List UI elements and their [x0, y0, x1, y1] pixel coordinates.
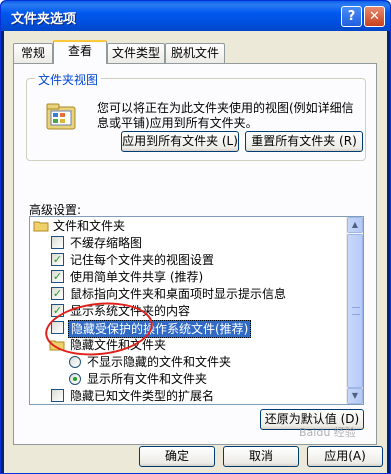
folder-icon	[49, 340, 65, 351]
folder-options-window: 文件夹选项 ? ✕ 常规 查看 文件类型 脱机文件 文件夹视图 您可以将正在为此…	[0, 0, 391, 474]
dialog-client: 常规 查看 文件类型 脱机文件 文件夹视图 您可以将正在为此文件夹使用的视图(例…	[4, 31, 387, 473]
folder-view-legend: 文件夹视图	[35, 71, 102, 88]
checkbox-checked[interactable]: ✓	[51, 253, 64, 266]
list-item-label: 使用简单文件共享 (推荐)	[70, 270, 204, 284]
vertical-scrollbar[interactable]: ▲ ▼	[346, 217, 363, 404]
list-item-label: 隐藏文件和文件夹	[70, 338, 167, 352]
scroll-thumb[interactable]	[347, 234, 363, 388]
view-tab-panel: 文件夹视图 您可以将正在为此文件夹使用的视图(例如详细信息或平铺)应用到所有文件…	[13, 63, 377, 445]
title-bar[interactable]: 文件夹选项 ? ✕	[1, 1, 390, 31]
cancel-button[interactable]: 取消	[223, 446, 299, 467]
apply-button[interactable]: 应用(A)	[307, 446, 383, 467]
advanced-settings-list[interactable]: 文件和文件夹 不缓存缩略图 ✓ 记住每个文件夹的视图设置 ✓ 使用简单文件共享 …	[29, 216, 364, 405]
tab-file-types[interactable]: 文件类型	[107, 43, 165, 63]
tab-view[interactable]: 查看	[53, 40, 107, 64]
radio-button[interactable]	[69, 356, 81, 368]
list-item-label: 不缓存缩略图	[70, 236, 143, 250]
reset-all-folders-button[interactable]: 重置所有文件夹 (R)	[245, 131, 363, 152]
list-item-label: 隐藏已知文件类型的扩展名	[70, 389, 215, 403]
help-button[interactable]: ?	[341, 6, 362, 27]
checkbox[interactable]	[51, 321, 64, 334]
tab-general[interactable]: 常规	[13, 43, 53, 63]
apply-to-all-folders-button[interactable]: 应用到所有文件夹 (L)	[121, 131, 239, 152]
ok-button[interactable]: 确定	[139, 446, 215, 467]
scroll-up-icon[interactable]: ▲	[347, 217, 363, 233]
window-title: 文件夹选项	[11, 12, 77, 27]
folder-view-icon	[46, 103, 76, 130]
close-button[interactable]: ✕	[364, 6, 385, 27]
checkbox[interactable]	[51, 236, 64, 249]
watermark: Baidu 经验	[299, 426, 356, 439]
list-item-label: 显示系统文件夹的内容	[70, 304, 191, 318]
checkbox-checked[interactable]: ✓	[51, 270, 64, 283]
checkbox[interactable]	[51, 389, 64, 402]
tab-offline-files[interactable]: 脱机文件	[165, 43, 225, 63]
list-item-label: 隐藏受保护的操作系统文件(推荐)	[68, 320, 252, 338]
scroll-down-icon[interactable]: ▼	[347, 388, 363, 404]
folder-view-group: 文件夹视图 您可以将正在为此文件夹使用的视图(例如详细信息或平铺)应用到所有文件…	[26, 71, 366, 161]
checkbox-checked[interactable]: ✓	[51, 287, 64, 300]
list-item-label: 文件和文件夹	[53, 219, 126, 233]
scroll-grip	[352, 307, 360, 315]
list-item-label: 显示所有文件和文件夹	[87, 372, 208, 386]
radio-button-selected[interactable]	[69, 373, 81, 385]
list-item-label: 不显示隐藏的文件和文件夹	[87, 355, 232, 369]
folder-view-description: 您可以将正在为此文件夹使用的视图(例如详细信息或平铺)应用到所有文件夹。	[97, 101, 354, 130]
list-item-label: 鼠标指向文件夹和桌面项时显示提示信息	[70, 287, 287, 301]
checkbox-checked[interactable]: ✓	[51, 304, 64, 317]
folder-icon	[33, 221, 49, 232]
list-item-label: 记住每个文件夹的视图设置	[70, 253, 215, 267]
